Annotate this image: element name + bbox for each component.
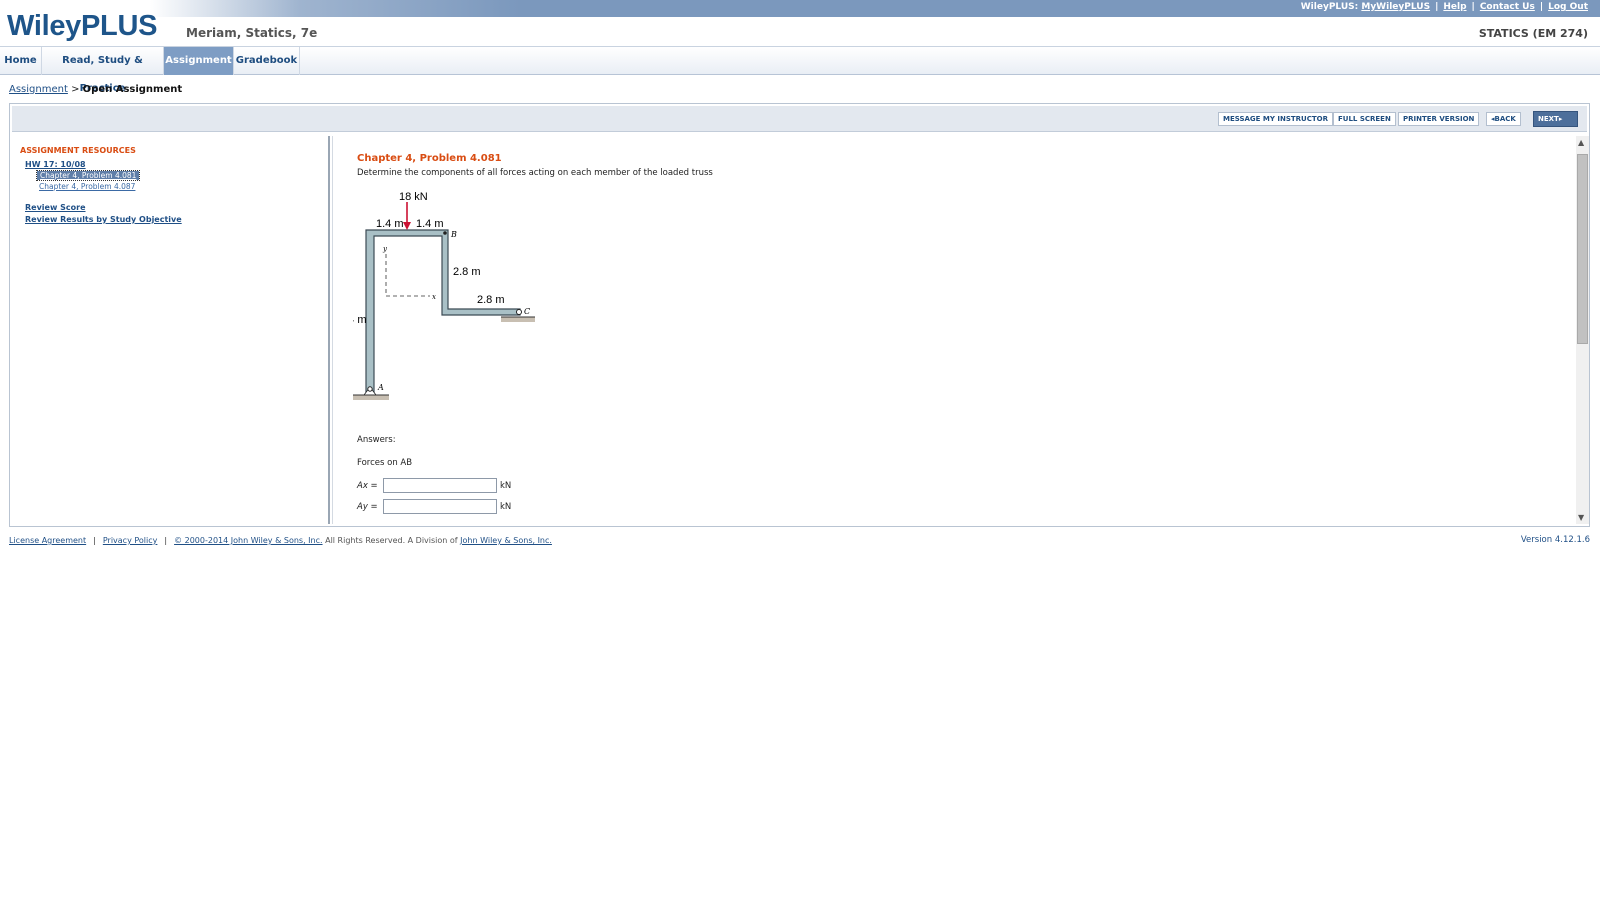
ax-unit: kN	[500, 481, 512, 491]
point-b-label: B	[450, 230, 457, 239]
load-label: 18 kN	[399, 191, 428, 203]
full-screen-button[interactable]: FULL SCREEN	[1333, 112, 1396, 126]
rights-text: All Rights Reserved. A Division of	[325, 536, 458, 545]
license-agreement-link[interactable]: License Agreement	[9, 536, 86, 545]
my-wileyplus-link[interactable]: MyWileyPLUS	[1361, 2, 1430, 12]
assignment-toolbar: MESSAGE MY INSTRUCTOR FULL SCREEN PRINTE…	[12, 106, 1587, 132]
next-button[interactable]: NEXT▸	[1533, 111, 1578, 127]
contact-us-link[interactable]: Contact Us	[1480, 2, 1535, 12]
separator: |	[1471, 2, 1475, 12]
course-title: Meriam, Statics, 7e	[186, 26, 318, 40]
main-nav: Home Read, Study & Practice Assignment G…	[0, 46, 1600, 94]
ground-a	[353, 395, 389, 400]
triangle-up-icon[interactable]: ▲	[1578, 138, 1584, 147]
version-label: Version 4.12.1.6	[1520, 535, 1590, 545]
ay-unit: kN	[500, 502, 512, 512]
problem-link[interactable]: Chapter 4, Problem 4.087	[39, 182, 135, 191]
ax-input[interactable]	[383, 478, 497, 493]
assignment-resources-panel: ASSIGNMENT RESOURCES HW 17: 10/08 Chapte…	[12, 136, 327, 524]
separator: |	[1539, 2, 1544, 12]
problem-title: Chapter 4, Problem 4.081	[357, 153, 502, 164]
problem-content: Chapter 4, Problem 4.081 Determine the c…	[334, 136, 1574, 524]
truss-figure: y x 18 kN 1.4 m 1.4 m 2.8 m 2.8 m 5.4 m …	[353, 191, 535, 400]
wiley-division-link[interactable]: John Wiley & Sons, Inc.	[460, 536, 552, 545]
assignment-frame: MESSAGE MY INSTRUCTOR FULL SCREEN PRINTE…	[9, 103, 1590, 527]
separator: |	[164, 536, 168, 545]
ay-input[interactable]	[383, 499, 497, 514]
review-score-link[interactable]: Review Score	[25, 203, 86, 212]
forces-on-ab-label: Forces on AB	[357, 458, 413, 468]
tab-read-study-practice[interactable]: Read, Study & Practice	[42, 47, 164, 94]
tab-home[interactable]: Home	[0, 47, 42, 75]
log-out-link[interactable]: Log Out	[1548, 2, 1588, 12]
scroll-thumb[interactable]	[1577, 154, 1588, 344]
breadcrumb: Assignment > Open Assignment	[9, 84, 182, 95]
resources-heading: ASSIGNMENT RESOURCES	[20, 146, 136, 155]
panel-resize-divider[interactable]	[328, 136, 333, 524]
back-button[interactable]: ◂BACK	[1486, 112, 1521, 126]
back-label: BACK	[1494, 115, 1516, 123]
next-label: NEXT	[1538, 115, 1559, 123]
tab-assignment[interactable]: Assignment	[164, 47, 234, 75]
tab-gradebook[interactable]: Gradebook	[234, 47, 300, 75]
top-links: WileyPLUS: MyWileyPLUS | Help | Contact Us | L…	[1301, 2, 1588, 12]
ay-label: Ay =	[357, 502, 378, 512]
axis-x-label: x	[432, 293, 436, 301]
dim-horizontal: 2.8 m	[477, 294, 505, 306]
breadcrumb-separator: >	[71, 84, 80, 95]
roller-support-c	[501, 317, 535, 322]
problem-link-selected[interactable]: Chapter 4, Problem 4.081	[35, 170, 141, 181]
separator: |	[1435, 2, 1439, 12]
help-link[interactable]: Help	[1443, 2, 1466, 12]
point-a-label: A	[377, 383, 384, 392]
privacy-policy-link[interactable]: Privacy Policy	[103, 536, 158, 545]
answer-row-ay: Ay = kN	[357, 499, 511, 514]
ax-label: Ax =	[357, 481, 378, 491]
load-arrow-head	[403, 222, 411, 230]
footer: License Agreement | Privacy Policy | © 2000-…	[9, 536, 552, 545]
review-results-link[interactable]: Review Results by Study Objective	[25, 215, 182, 224]
pin-a	[367, 386, 373, 392]
course-code: STATICS (EM 274)	[1478, 27, 1588, 40]
dim-right-top: 1.4 m	[416, 218, 444, 230]
dim-vertical-right: 2.8 m	[453, 266, 481, 278]
breadcrumb-assignment-link[interactable]: Assignment	[9, 84, 68, 95]
wileyplus-logo[interactable]: WileyPLUS	[7, 10, 157, 43]
content-scrollbar[interactable]: ▲ ▼	[1576, 136, 1589, 524]
top-bar: WileyPLUS: MyWileyPLUS | Help | Contact Us | L…	[0, 0, 1600, 17]
pin-b	[443, 231, 447, 235]
point-c-label: C	[524, 307, 530, 316]
separator: |	[93, 536, 96, 545]
axis-lines	[385, 254, 430, 297]
truss-member	[365, 229, 521, 393]
dim-height: 5.4 m	[353, 314, 367, 326]
message-instructor-button[interactable]: MESSAGE MY INSTRUCTOR	[1218, 112, 1333, 126]
axis-y-label: y	[382, 245, 388, 253]
problem-statement: Determine the components of all forces a…	[357, 168, 713, 178]
copyright-link[interactable]: © 2000-2014 John Wiley & Sons, Inc.	[174, 536, 322, 545]
answers-label: Answers:	[357, 435, 396, 445]
chevron-right-icon: ▸	[1558, 115, 1563, 123]
brand-label: WileyPLUS:	[1300, 2, 1359, 12]
breadcrumb-current: Open Assignment	[82, 84, 183, 95]
triangle-down-icon[interactable]: ▼	[1578, 513, 1584, 522]
dim-left-top: 1.4 m	[376, 218, 404, 230]
answer-row-ax: Ax = kN	[357, 478, 511, 493]
pin-c	[516, 309, 522, 315]
hw-link[interactable]: HW 17: 10/08	[25, 160, 86, 169]
printer-version-button[interactable]: PRINTER VERSION	[1398, 112, 1480, 126]
